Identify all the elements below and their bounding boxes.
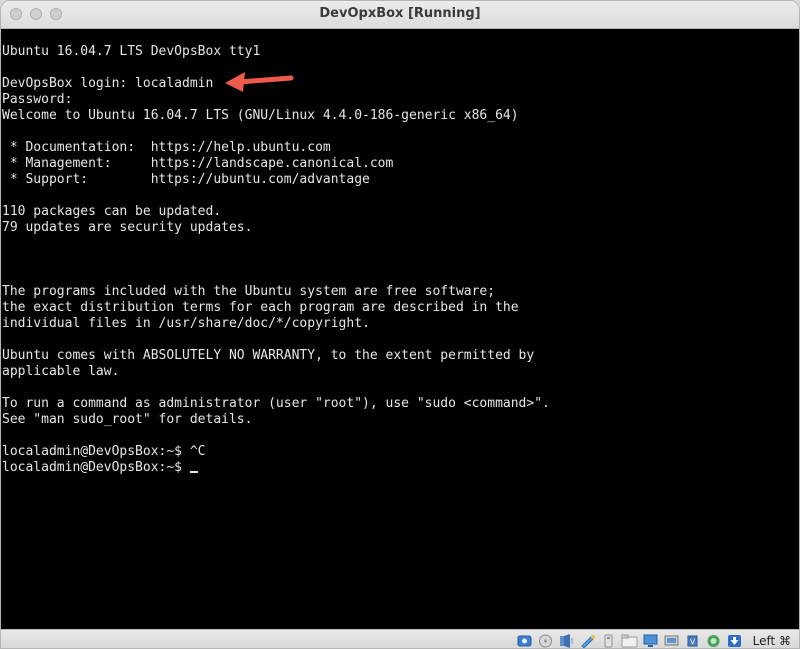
mouse-integration-icon[interactable] [705,633,722,649]
terminal-line: The programs included with the Ubuntu sy… [2,284,496,299]
terminal-line: * Documentation: https://help.ubuntu.com [2,140,331,155]
terminal-line: 79 updates are security updates. [2,220,253,235]
terminal-prompt-line[interactable]: localadmin@DevOpsBox:~$ [2,460,550,476]
vm-window: DevOpxBox [Running] Ubuntu 16.04.7 LTS D… [0,0,800,649]
terminal-line: localadmin@DevOpsBox:~$ ^C [2,444,206,459]
status-icons: V Left ⌘ [516,632,791,649]
shell-prompt: localadmin@DevOpsBox:~$ [2,460,190,475]
terminal-line: Ubuntu comes with ABSOLUTELY NO WARRANTY… [2,348,535,363]
cpu-icon[interactable]: V [684,633,701,649]
audio-icon[interactable] [558,633,575,649]
terminal-line: applicable law. [2,364,120,379]
terminal-line: * Management: https://landscape.canonica… [2,156,394,171]
optical-drive-icon[interactable] [537,633,554,649]
usb-icon[interactable] [600,633,617,649]
keyboard-capture-icon[interactable] [726,633,743,649]
terminal-line: * Support: https://ubuntu.com/advantage [2,172,370,187]
terminal-line: See "man sudo_root" for details. [2,412,253,427]
terminal-output: Ubuntu 16.04.7 LTS DevOpsBox tty1 DevOpsB… [2,44,550,476]
terminal-line: Password: [2,92,73,107]
terminal-line: 110 packages can be updated. [2,204,222,219]
text-cursor [189,471,198,473]
vm-console-screen[interactable]: Ubuntu 16.04.7 LTS DevOpsBox tty1 DevOpsB… [1,29,799,629]
terminal-line: To run a command as administrator (user … [2,396,550,411]
vm-status-bar: V Left ⌘ [1,629,799,649]
terminal-line: the exact distribution terms for each pr… [2,300,519,315]
title-bar[interactable]: DevOpxBox [Running] [1,1,799,29]
hard-disk-icon[interactable] [516,633,533,649]
window-title: DevOpxBox [Running] [319,6,481,21]
svg-text:V: V [690,638,695,646]
terminal-line: Ubuntu 16.04.7 LTS DevOpsBox tty1 [2,44,261,59]
network-icon[interactable] [579,633,596,649]
display-icon[interactable] [642,633,659,649]
video-capture-icon[interactable] [663,633,680,649]
annotation-arrow-icon [225,72,294,92]
host-key-label[interactable]: Left ⌘ [753,634,791,648]
shared-folders-icon[interactable] [621,633,638,649]
terminal-line: Welcome to Ubuntu 16.04.7 LTS (GNU/Linux… [2,108,519,123]
terminal-line: individual files in /usr/share/doc/*/cop… [2,316,370,331]
